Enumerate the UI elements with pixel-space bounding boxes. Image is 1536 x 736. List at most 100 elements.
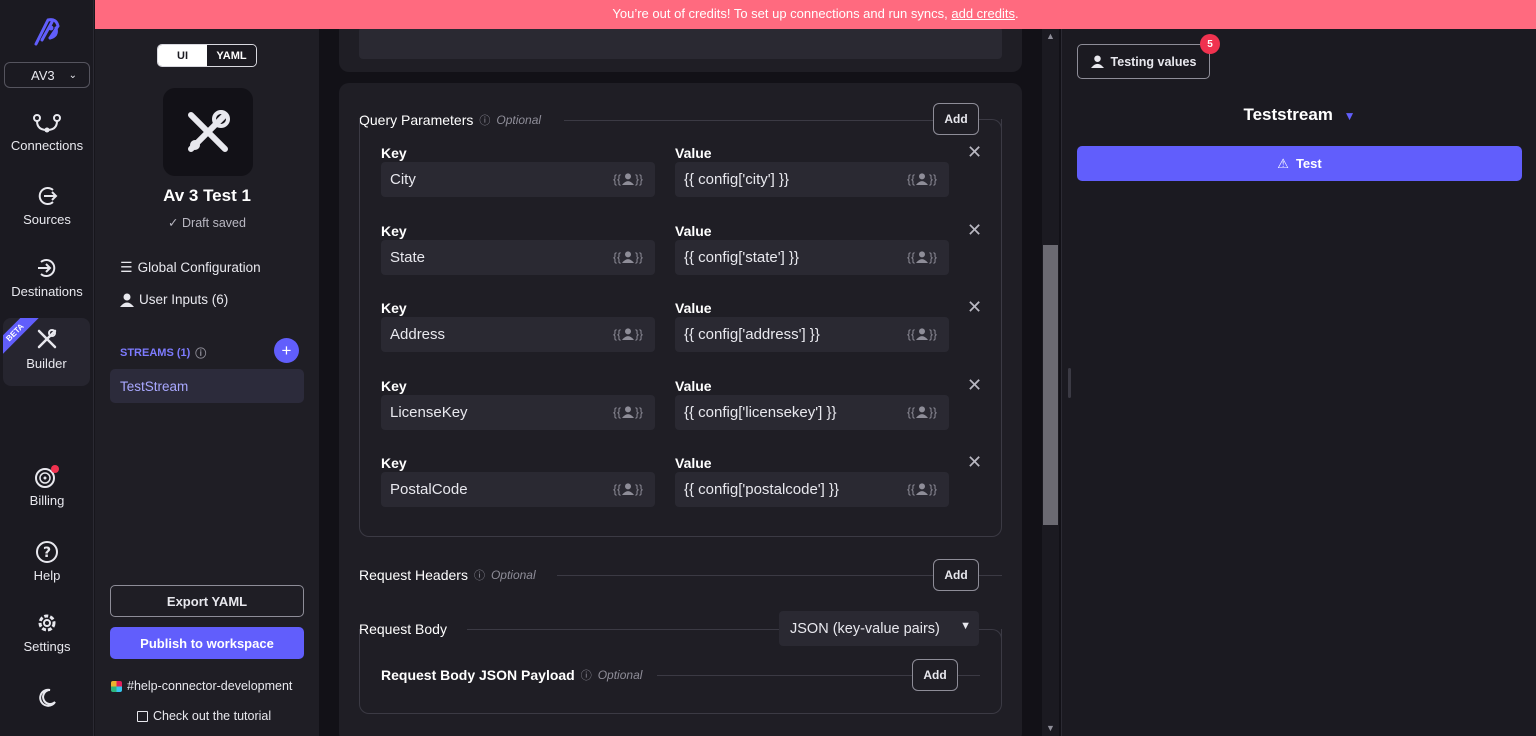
param-key-value: LicenseKey [390, 403, 468, 421]
previous-input[interactable] [359, 29, 1002, 59]
payload-title: Request Body JSON Payload ⓘ Optional [381, 667, 642, 683]
user-icon [120, 293, 134, 307]
divider [557, 575, 934, 576]
nav-sources[interactable]: Sources [0, 184, 94, 227]
testing-values-button[interactable]: Testing values [1077, 44, 1210, 79]
nav-label: Help [33, 568, 61, 583]
remove-param-close-icon[interactable]: ✕ [967, 375, 982, 396]
stream-item-teststream[interactable]: TestStream [110, 369, 304, 403]
nav-label: Builder [26, 356, 67, 371]
optional-label: Optional [597, 668, 643, 682]
remove-param-close-icon[interactable]: ✕ [967, 142, 982, 163]
remove-param-close-icon[interactable]: ✕ [967, 220, 982, 241]
param-value-value: {{ config['address'] }} [684, 326, 820, 343]
export-yaml-button[interactable]: Export YAML [110, 585, 304, 617]
stream-selector[interactable]: Teststream ▼ [1062, 105, 1536, 125]
param-value-value: {{ config['city'] }} [684, 171, 789, 188]
user-input-icon[interactable]: {{}} [907, 482, 937, 496]
publish-button[interactable]: Publish to workspace [110, 627, 304, 659]
param-value-value: {{ config['state'] }} [684, 248, 799, 266]
global-configuration-link[interactable]: ☰ Global Configuration [120, 259, 261, 276]
remove-param-close-icon[interactable]: ✕ [967, 297, 982, 318]
testing-values-label: Testing values [1110, 54, 1197, 69]
info-icon: ⓘ [580, 670, 592, 682]
param-value-input[interactable]: {{ config['city'] }} {{}} [675, 162, 949, 197]
divider [979, 119, 1002, 133]
builder-tools-icon [37, 329, 56, 349]
param-value-input[interactable]: {{ config['licensekey'] }} {{}} [675, 394, 949, 430]
param-value-input[interactable]: {{ config['address'] }} {{}} [675, 317, 949, 352]
param-key-input[interactable]: City {{}} [381, 162, 655, 197]
user-input-icon[interactable]: {{}} [613, 482, 643, 496]
user-inputs-link[interactable]: User Inputs (6) [120, 292, 228, 307]
user-input-icon[interactable]: {{}} [907, 405, 937, 419]
remove-param-close-icon[interactable]: ✕ [967, 452, 982, 473]
value-label: Value [675, 300, 712, 316]
draft-status: ✓ Draft saved [95, 215, 319, 230]
test-button-label: Test [1295, 156, 1322, 171]
param-key-value: Address [390, 326, 446, 343]
help-icon: ? [36, 541, 58, 563]
streams-label: STREAMS (1) [120, 347, 191, 359]
nav-billing[interactable]: Billing [0, 465, 94, 508]
param-key-input[interactable]: LicenseKey {{}} [381, 394, 655, 430]
mode-ui-button[interactable]: UI [158, 45, 207, 66]
user-input-icon[interactable]: {{}} [613, 327, 643, 341]
airbyte-logo-icon[interactable] [28, 14, 66, 57]
info-icon: ⓘ [195, 348, 207, 360]
user-input-icon[interactable]: {{}} [907, 172, 937, 186]
tools-icon [188, 110, 230, 152]
param-key-value: City [390, 171, 416, 188]
mode-toggle[interactable]: UI YAML [157, 44, 257, 67]
add-credits-link[interactable]: add credits [951, 6, 1015, 21]
param-key-input[interactable]: Address {{}} [381, 317, 655, 352]
mode-yaml-button[interactable]: YAML [207, 45, 256, 66]
streams-heading: STREAMS (1) ⓘ [120, 345, 206, 361]
param-key-input[interactable]: PostalCode {{}} [381, 472, 655, 507]
banner-end: . [1014, 6, 1019, 21]
testing-panel: Testing values 5 Teststream ▼ ⚠ Test [1061, 29, 1536, 736]
draft-status-text: Draft saved [182, 216, 246, 230]
tutorial-link[interactable]: Check out the tutorial [137, 709, 271, 723]
user-input-icon[interactable]: {{}} [613, 172, 643, 186]
value-label: Value [675, 455, 712, 471]
nav-destinations[interactable]: Destinations [0, 256, 94, 299]
builder-main-panel: Query Parameters ⓘ Optional Add Key Value… [319, 29, 1061, 736]
nav-label: Settings [23, 639, 71, 654]
nav-settings[interactable]: Settings [0, 611, 94, 654]
book-icon [137, 710, 148, 722]
add-request-header-button[interactable]: Add [933, 559, 979, 591]
param-value-input[interactable]: {{ config['state'] }} {{}} [675, 239, 949, 275]
dark-mode-moon-icon[interactable] [36, 687, 58, 714]
add-payload-button[interactable]: Add [912, 659, 958, 691]
nav-help[interactable]: ? Help [0, 540, 94, 583]
add-stream-button[interactable]: + [274, 338, 299, 363]
key-label: Key [381, 377, 407, 394]
scroll-down-icon[interactable]: ▼ [1046, 723, 1055, 733]
tutorial-label: Check out the tutorial [153, 709, 272, 723]
param-key-value: State [390, 248, 426, 266]
builder-sidebar: UI YAML Av 3 Test 1 ✓ Draft saved ☰ Glob… [95, 29, 319, 736]
nav-label: Destinations [11, 284, 83, 299]
param-value-input[interactable]: {{ config['postalcode'] }} {{}} [675, 472, 949, 507]
scroll-up-icon[interactable]: ▲ [1046, 31, 1055, 41]
user-icon [1090, 55, 1104, 68]
user-input-icon[interactable]: {{}} [613, 405, 643, 419]
param-key-input[interactable]: State {{}} [381, 239, 655, 275]
resize-handle[interactable] [1068, 368, 1071, 398]
nav-connections[interactable]: Connections [0, 112, 94, 153]
slack-channel-link[interactable]: #help-connector-development [111, 679, 292, 693]
request-options-card: Query Parameters ⓘ Optional Add Key Value… [339, 83, 1022, 736]
sliders-icon: ☰ [120, 259, 133, 275]
scrollbar-thumb[interactable] [1043, 245, 1058, 525]
user-input-icon[interactable]: {{}} [613, 250, 643, 264]
main-scrollbar[interactable]: ▲ ▼ [1042, 29, 1059, 736]
test-button[interactable]: ⚠ Test [1077, 146, 1522, 181]
workspace-select[interactable]: AV3 ⌄ [4, 62, 90, 88]
user-input-icon[interactable]: {{}} [907, 327, 937, 341]
nav-label: Billing [29, 493, 65, 508]
user-input-icon[interactable]: {{}} [907, 250, 937, 264]
nav-builder[interactable]: BETA Builder [3, 318, 90, 386]
stream-name: Teststream [1243, 105, 1333, 124]
billing-fingerprint-icon [35, 465, 59, 488]
